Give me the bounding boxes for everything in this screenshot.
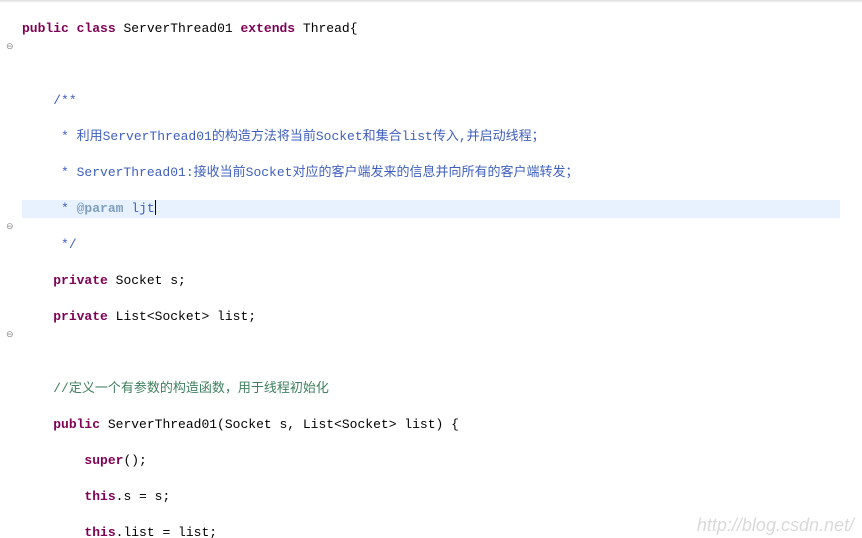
code-editor[interactable]: public class ServerThread01 extends Thre… — [0, 0, 862, 538]
current-line: * @param ljt — [22, 200, 840, 218]
code-line: private Socket s; — [22, 272, 862, 290]
code-line: private List<Socket> list; — [22, 308, 862, 326]
code-line: super(); — [22, 452, 862, 470]
code-line: * ServerThread01:接收当前Socket对应的客户端发来的信息并向… — [22, 164, 862, 182]
code-line — [22, 56, 862, 74]
code-line: this.s = s; — [22, 488, 862, 506]
code-line: /** — [22, 92, 862, 110]
code-line: public class ServerThread01 extends Thre… — [22, 20, 862, 38]
code-line: public ServerThread01(Socket s, List<Soc… — [22, 416, 862, 434]
code-line: */ — [22, 236, 862, 254]
code-line: //定义一个有参数的构造函数，用于线程初始化 — [22, 380, 862, 398]
code-line: this.list = list; — [22, 524, 862, 538]
code-line: * 利用ServerThread01的构造方法将当前Socket和集合list传… — [22, 128, 862, 146]
code-line — [22, 344, 862, 362]
text-cursor — [155, 200, 156, 215]
